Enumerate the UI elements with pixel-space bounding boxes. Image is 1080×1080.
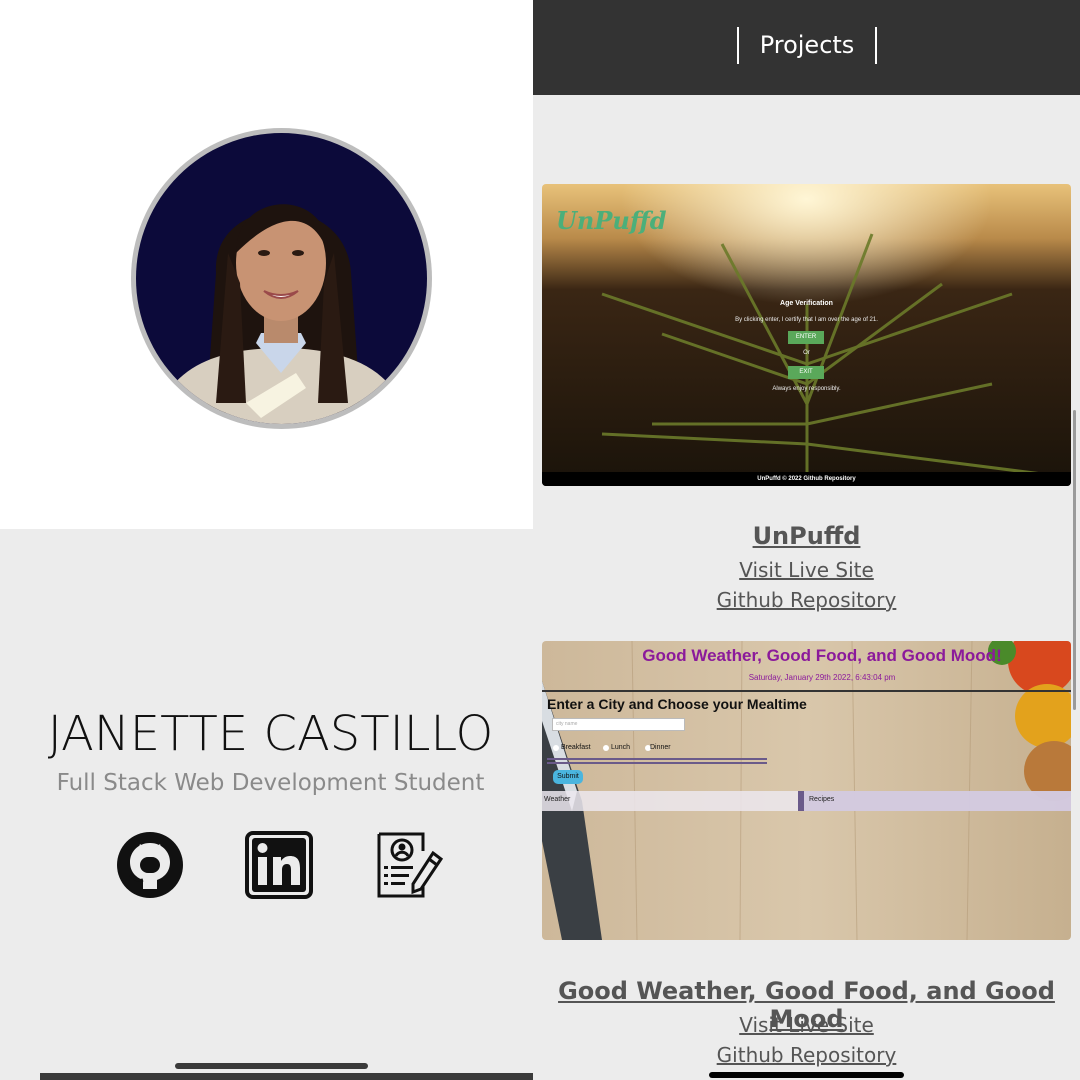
good-weather-live-link[interactable]: Visit Live Site bbox=[533, 1013, 1080, 1037]
unpuffd-repo-link[interactable]: Github Repository bbox=[533, 588, 1080, 612]
home-indicator bbox=[175, 1063, 368, 1069]
unpuffd-live-link[interactable]: Visit Live Site bbox=[533, 558, 1080, 582]
linkedin-link[interactable] bbox=[245, 831, 313, 899]
project-title-unpuffd[interactable]: UnPuffd bbox=[533, 522, 1080, 550]
gw-option-breakfast: Breakfast bbox=[561, 744, 591, 751]
exit-button: EXIT bbox=[788, 366, 824, 379]
gw-option-lunch: Lunch bbox=[611, 744, 631, 751]
unpuffd-screenshot[interactable]: UnPuffd Age Verification By clicking ent… bbox=[542, 184, 1071, 486]
gw-recipes-label: Recipes bbox=[809, 796, 835, 803]
nav-projects-link[interactable]: Projects bbox=[737, 27, 877, 64]
good-weather-repo-link[interactable]: Github Repository bbox=[533, 1043, 1080, 1067]
home-indicator-right bbox=[709, 1072, 904, 1078]
unpuffd-footer: UnPuffd © 2022 Github Repository bbox=[757, 476, 856, 482]
profile-photo-area bbox=[0, 0, 533, 529]
gw-prompt: Enter a City and Choose your Mealtime bbox=[547, 696, 807, 712]
profile-photo bbox=[136, 133, 427, 424]
gw-submit-button: Submit bbox=[553, 770, 583, 784]
profile-subtitle: Full Stack Web Development Student bbox=[56, 770, 485, 796]
linkedin-icon bbox=[245, 831, 313, 899]
age-verification-heading: Age Verification bbox=[780, 300, 833, 307]
age-certify-text: By clicking enter, I certify that I am o… bbox=[735, 317, 878, 323]
unpuffd-logo: UnPuffd bbox=[556, 206, 667, 235]
profile-name: JANETTE CASTILLO bbox=[47, 706, 494, 762]
profile-panel: JANETTE CASTILLO Full Stack Web Developm… bbox=[0, 0, 533, 1080]
wood-background bbox=[542, 641, 1071, 940]
avatar bbox=[131, 128, 432, 429]
resume-link[interactable] bbox=[375, 831, 444, 899]
gw-city-input: city name bbox=[552, 718, 685, 731]
bottom-strip bbox=[40, 1073, 533, 1080]
or-text: Or bbox=[803, 350, 810, 356]
top-nav: Projects bbox=[533, 0, 1080, 95]
github-link[interactable] bbox=[116, 831, 184, 899]
gw-heading: Good Weather, Good Food, and Good Mood! bbox=[642, 646, 1002, 665]
scrollbar[interactable] bbox=[1073, 410, 1076, 710]
enter-button: ENTER bbox=[788, 331, 824, 344]
github-icon bbox=[117, 832, 183, 898]
enjoy-note: Always enjoy responsibly. bbox=[772, 386, 841, 392]
gw-date: Saturday, January 29th 2022, 6:43:04 pm bbox=[748, 673, 896, 682]
gw-weather-label: Weather bbox=[544, 796, 571, 803]
good-weather-screenshot[interactable]: Good Weather, Good Food, and Good Mood! … bbox=[542, 641, 1071, 940]
gw-option-dinner: Dinner bbox=[650, 744, 671, 751]
resume-icon bbox=[377, 832, 444, 898]
projects-panel: Projects UnPuffd Age Verification By cli… bbox=[533, 0, 1080, 1080]
